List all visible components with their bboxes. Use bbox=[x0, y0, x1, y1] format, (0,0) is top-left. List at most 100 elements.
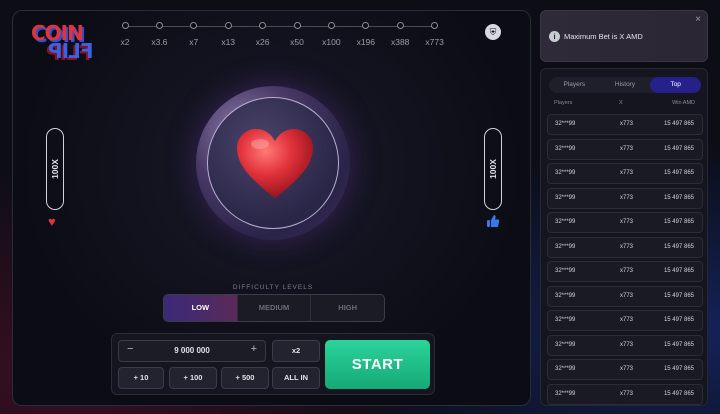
all-in-button[interactable]: ALL IN bbox=[272, 367, 320, 389]
start-button[interactable]: START bbox=[325, 340, 430, 389]
row-x: x773 bbox=[620, 292, 634, 299]
row-x: x773 bbox=[620, 390, 634, 397]
row-x: x773 bbox=[620, 341, 634, 348]
multiplier-step: x196 bbox=[349, 22, 383, 47]
table-row: 32***99 x773 15 497 865 bbox=[547, 236, 703, 258]
close-icon[interactable]: × bbox=[695, 14, 701, 25]
step-dot bbox=[362, 22, 370, 29]
row-player: 32***99 bbox=[555, 170, 576, 176]
row-win: 15 497 865 bbox=[663, 219, 694, 225]
row-win: 15 497 865 bbox=[663, 194, 694, 201]
shield-icon[interactable]: ⛨ bbox=[485, 24, 501, 40]
coin-flip-logo: COIN FLIP bbox=[31, 21, 97, 67]
difficulty-high[interactable]: HIGH bbox=[310, 295, 384, 321]
row-player: 32***99 bbox=[555, 317, 576, 323]
increase-bet-button[interactable]: + bbox=[251, 343, 257, 355]
row-player: 32***99 bbox=[555, 243, 576, 250]
step-dot bbox=[293, 22, 301, 29]
column-x: X bbox=[619, 100, 623, 106]
table-header: Players X Win AMD bbox=[541, 100, 707, 110]
notification-toast: i Maximum Bet is X AMD × bbox=[540, 10, 708, 62]
step-dot bbox=[396, 22, 404, 29]
multiplier-label: x2 bbox=[120, 37, 130, 47]
row-win: 15 497 865 bbox=[663, 145, 694, 152]
table-row: 32***99 x773 15 497 865 bbox=[547, 163, 703, 184]
step-dot bbox=[190, 22, 198, 29]
row-win: 15 497 865 bbox=[663, 366, 694, 372]
right-multiplier-label: 100X bbox=[488, 159, 499, 179]
row-win: 15 497 865 bbox=[663, 268, 694, 274]
row-x: x773 bbox=[620, 219, 634, 225]
heart-icon: ♥ bbox=[48, 214, 56, 229]
multiplier-step: x388 bbox=[383, 22, 417, 47]
thumbs-up-icon bbox=[486, 214, 500, 231]
table-row: 32***99 x773 15 497 865 bbox=[547, 261, 703, 282]
multiplier-label: x3.6 bbox=[151, 37, 168, 47]
table-row: 32***99 x773 15 497 865 bbox=[547, 383, 703, 405]
multiplier-step: x3.6 bbox=[142, 22, 176, 47]
table-row: 32***99 x773 15 497 865 bbox=[547, 310, 703, 331]
add-100-button[interactable]: + 100 bbox=[169, 367, 217, 389]
row-x: x773 bbox=[620, 317, 634, 323]
row-player: 32***99 bbox=[555, 390, 576, 397]
step-dot bbox=[121, 22, 129, 29]
row-x: x773 bbox=[620, 170, 634, 176]
multiplier-step: x100 bbox=[314, 22, 348, 47]
game-panel: COIN FLIP x2 x3.6 x7 x13 x26 x50 x100 x1… bbox=[12, 10, 531, 406]
row-win: 15 497 865 bbox=[663, 341, 694, 348]
row-win: 15 497 865 bbox=[663, 243, 694, 250]
multiplier-label: x388 bbox=[390, 37, 410, 47]
row-x: x773 bbox=[620, 243, 634, 250]
row-win: 15 497 865 bbox=[663, 170, 694, 176]
table-row: 32***99 x773 15 497 865 bbox=[547, 212, 703, 233]
row-player: 32***99 bbox=[555, 194, 576, 201]
row-win: 15 497 865 bbox=[663, 121, 694, 127]
multiplier-label: x100 bbox=[322, 37, 341, 47]
coin-heart-icon bbox=[237, 129, 313, 198]
coin-face bbox=[207, 97, 339, 229]
table-row: 32***99 x773 15 497 865 bbox=[547, 138, 703, 160]
tab-history[interactable]: History bbox=[600, 77, 651, 93]
double-bet-button[interactable]: x2 bbox=[272, 340, 320, 362]
coin[interactable] bbox=[196, 86, 350, 240]
left-multiplier-pill: 100X bbox=[46, 128, 64, 210]
multiplier-step: x2 bbox=[108, 22, 142, 47]
multiplier-label: x196 bbox=[356, 37, 376, 47]
stats-rows: 32***99 x773 15 497 865 32***99 x773 15 497 … bbox=[547, 114, 703, 405]
multiplier-track: x2 x3.6 x7 x13 x26 x50 x100 x196 x388 x7… bbox=[121, 22, 444, 52]
difficulty-low[interactable]: LOW bbox=[164, 295, 237, 321]
left-multiplier-label: 100X bbox=[50, 159, 61, 179]
row-win: 15 497 865 bbox=[663, 317, 694, 323]
bet-amount-stepper[interactable]: − 9 000 000 + bbox=[118, 340, 266, 362]
tab-players[interactable]: Players bbox=[549, 77, 600, 93]
table-row: 32***99 x773 15 497 865 bbox=[547, 187, 703, 209]
difficulty-medium[interactable]: MEDIUM bbox=[236, 295, 311, 321]
row-x: x773 bbox=[620, 366, 634, 372]
multiplier-label: x773 bbox=[425, 37, 444, 47]
step-dot bbox=[327, 22, 335, 29]
row-player: 32***99 bbox=[555, 341, 576, 348]
row-win: 15 497 865 bbox=[663, 390, 694, 397]
add-10-button[interactable]: + 10 bbox=[118, 367, 164, 389]
add-500-button[interactable]: + 500 bbox=[221, 367, 269, 389]
tab-top[interactable]: Top bbox=[650, 77, 702, 93]
difficulty-selector: LOW MEDIUM HIGH bbox=[163, 294, 385, 322]
info-icon: i bbox=[549, 31, 560, 42]
stats-panel: Players History Top Players X Win AMD 32… bbox=[540, 68, 708, 406]
multiplier-step: x773 bbox=[418, 22, 452, 47]
toast-message: Maximum Bet is X AMD bbox=[564, 32, 643, 41]
row-player: 32***99 bbox=[555, 292, 576, 299]
difficulty-label: DIFFICULTY LEVELS bbox=[232, 284, 314, 291]
step-dot bbox=[155, 22, 163, 29]
table-row: 32***99 x773 15 497 865 bbox=[547, 359, 703, 380]
table-row: 32***99 x773 15 497 865 bbox=[547, 334, 703, 356]
row-player: 32***99 bbox=[555, 121, 576, 127]
row-player: 32***99 bbox=[555, 268, 576, 274]
multiplier-step: x26 bbox=[246, 22, 280, 47]
step-dot bbox=[431, 22, 439, 29]
row-x: x773 bbox=[620, 268, 634, 274]
row-player: 32***99 bbox=[555, 366, 576, 372]
column-win: Win AMD bbox=[672, 100, 695, 106]
bet-amount-value[interactable]: 9 000 000 bbox=[119, 346, 265, 355]
step-dot bbox=[259, 22, 267, 29]
